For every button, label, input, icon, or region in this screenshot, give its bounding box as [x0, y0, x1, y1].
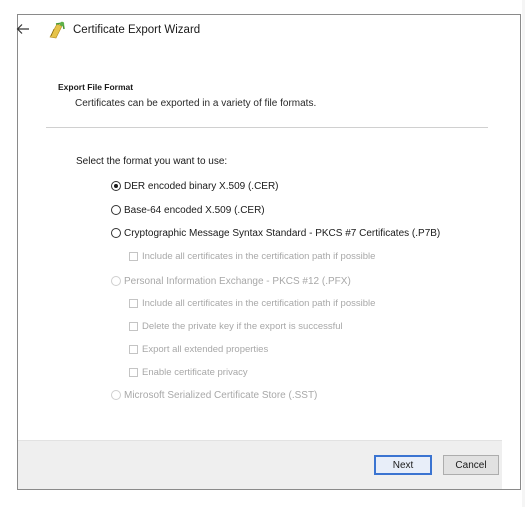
radio-der[interactable]: [111, 181, 121, 191]
option-der-label: DER encoded binary X.509 (.CER): [124, 180, 279, 192]
next-button[interactable]: Next: [374, 455, 432, 475]
option-pfx-export-props-label: Export all extended properties: [142, 343, 269, 355]
checkbox-pfx-include: [129, 298, 138, 308]
option-base64-label: Base-64 encoded X.509 (.CER): [124, 204, 265, 216]
option-der[interactable]: DER encoded binary X.509 (.CER): [111, 178, 279, 194]
option-pfx-export-props: Export all extended properties: [129, 342, 268, 356]
checkbox-pfx-export-props: [129, 344, 138, 354]
option-pkcs7[interactable]: Cryptographic Message Syntax Standard - …: [111, 225, 440, 241]
checkbox-pkcs7-include: [129, 251, 138, 261]
option-pfx: Personal Information Exchange - PKCS #12…: [111, 273, 351, 289]
option-pfx-delete-key: Delete the private key if the export is …: [129, 319, 343, 333]
cancel-button[interactable]: Cancel: [443, 455, 499, 475]
wizard-footer: Next Cancel: [18, 440, 502, 489]
certificate-icon: [49, 21, 65, 39]
option-sst-label: Microsoft Serialized Certificate Store (…: [124, 389, 318, 401]
format-prompt: Select the format you want to use:: [76, 156, 228, 167]
back-arrow-icon[interactable]: [16, 23, 30, 35]
option-pfx-delete-key-label: Delete the private key if the export is …: [142, 320, 343, 332]
option-pfx-include-label: Include all certificates in the certific…: [142, 297, 376, 309]
option-base64[interactable]: Base-64 encoded X.509 (.CER): [111, 202, 265, 218]
option-pfx-include: Include all certificates in the certific…: [129, 296, 375, 310]
section-heading: Export File Format: [58, 82, 134, 92]
option-pfx-label: Personal Information Exchange - PKCS #12…: [124, 275, 351, 287]
radio-sst: [111, 390, 121, 400]
wizard-title: Certificate Export Wizard: [73, 24, 201, 36]
checkbox-pfx-privacy: [129, 367, 138, 377]
option-pfx-privacy: Enable certificate privacy: [129, 365, 248, 379]
radio-pkcs7[interactable]: [111, 228, 121, 238]
section-description: Certificates can be exported in a variet…: [75, 98, 317, 109]
header-divider: [46, 127, 488, 128]
option-pkcs7-label: Cryptographic Message Syntax Standard - …: [124, 227, 441, 239]
option-pkcs7-include-label: Include all certificates in the certific…: [142, 250, 376, 262]
option-pkcs7-include: Include all certificates in the certific…: [129, 249, 375, 263]
radio-pfx: [111, 276, 121, 286]
option-sst: Microsoft Serialized Certificate Store (…: [111, 387, 317, 403]
checkbox-pfx-delete-key: [129, 321, 138, 331]
radio-base64[interactable]: [111, 205, 121, 215]
option-pfx-privacy-label: Enable certificate privacy: [142, 366, 248, 378]
